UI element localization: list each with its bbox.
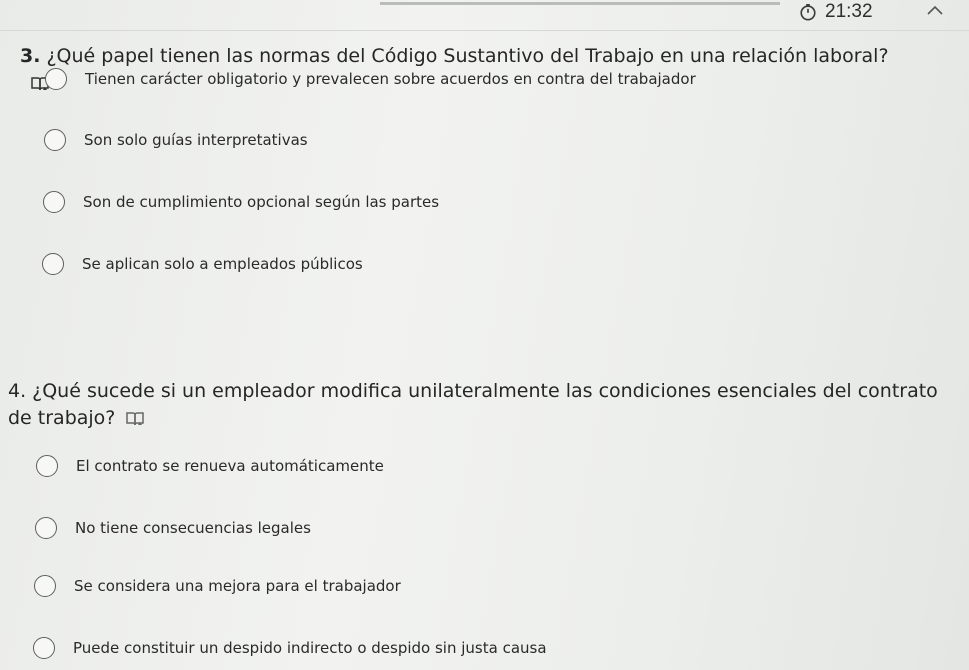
top-divider <box>380 2 780 5</box>
radio-button[interactable] <box>34 575 56 597</box>
option-label: Se aplican solo a empleados públicos <box>82 255 363 273</box>
answer-option[interactable]: El contrato se renueva automáticamente <box>36 455 384 477</box>
radio-button[interactable] <box>42 253 64 275</box>
radio-button[interactable] <box>35 517 57 539</box>
top-bar: 21:32 <box>0 0 969 32</box>
question-text: ¿Qué sucede si un empleador modifica uni… <box>8 380 938 429</box>
answer-option[interactable]: Se aplican solo a empleados públicos <box>42 253 363 275</box>
timer-time: 21:32 <box>825 1 873 22</box>
question-text: ¿Qué papel tienen las normas del Código … <box>46 45 889 67</box>
answer-option[interactable]: Puede constituir un despido indirecto o … <box>33 637 547 659</box>
option-label: Tienen carácter obligatorio y prevalecen… <box>85 70 696 88</box>
option-label: No tiene consecuencias legales <box>75 519 311 537</box>
option-label: Puede constituir un despido indirecto o … <box>73 639 547 657</box>
stopwatch-icon <box>800 3 816 21</box>
answer-option[interactable]: Son de cumplimiento opcional según las p… <box>43 191 439 213</box>
chevron-up-icon[interactable] <box>924 2 946 18</box>
option-label: Son de cumplimiento opcional según las p… <box>83 193 440 211</box>
radio-button[interactable] <box>36 455 58 477</box>
option-label: Son solo guías interpretativas <box>84 131 308 149</box>
radio-button[interactable] <box>45 68 67 90</box>
option-label: Se considera una mejora para el trabajad… <box>74 577 401 595</box>
immersive-reader-icon[interactable] <box>125 410 145 428</box>
answer-option[interactable]: Son solo guías interpretativas <box>44 129 308 151</box>
radio-button[interactable] <box>43 191 65 213</box>
answer-option[interactable]: Se considera una mejora para el trabajad… <box>34 575 401 597</box>
question-number: 3. <box>20 45 41 67</box>
header-divider <box>0 30 969 31</box>
option-label: El contrato se renueva automáticamente <box>76 457 384 475</box>
radio-button[interactable] <box>44 129 66 151</box>
answer-option[interactable]: No tiene consecuencias legales <box>35 517 311 539</box>
question-number: 4. <box>8 380 27 402</box>
timer: 21:32 <box>799 1 873 23</box>
question-4: 4. ¿Qué sucede si un empleador modifica u… <box>8 378 938 432</box>
answer-option[interactable]: Tienen carácter obligatorio y prevalecen… <box>45 68 696 90</box>
radio-button[interactable] <box>33 637 55 659</box>
